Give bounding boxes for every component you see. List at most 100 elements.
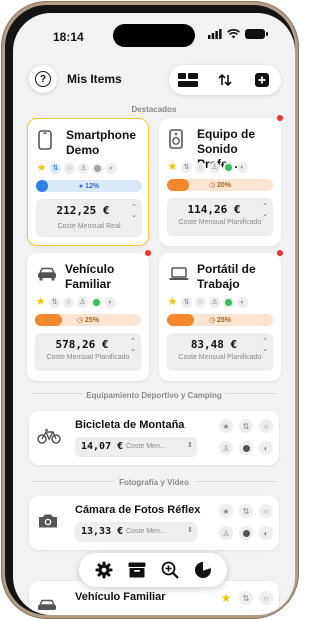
car-icon	[37, 267, 57, 286]
circle-icon[interactable]: ○	[195, 162, 206, 173]
half-circle-icon[interactable]: ◐	[259, 441, 273, 455]
sort-arrows-icon	[218, 73, 232, 87]
circle-icon[interactable]: ○	[63, 297, 74, 308]
bottom-toolbar	[79, 553, 227, 587]
phone-bezel: 18:14 ? Mis Items Destacados Smartphone …	[5, 5, 295, 615]
dynamic-island	[113, 24, 195, 47]
alert-dot	[277, 115, 283, 121]
badge-grid: ★ ⇅ ○ ♙ ◐	[219, 504, 273, 540]
half-circle-icon[interactable]: ◐	[237, 297, 248, 308]
status-dot-icon[interactable]	[239, 526, 253, 540]
cost-value: 83,48 €	[190, 338, 238, 351]
cost-box[interactable]: 212,25 € ⌃ ⌄ Coste Mensual Real	[36, 199, 142, 237]
status-dot-icon[interactable]	[223, 162, 234, 173]
badge-row: ★ ⇅ ○ ♙ ◐	[36, 163, 117, 174]
toolbar	[169, 65, 281, 95]
item-name: Smartphone Demo	[66, 128, 137, 157]
sort-arrows-icon[interactable]: ⇅	[50, 163, 61, 174]
settings-button[interactable]	[93, 559, 115, 581]
circle-icon[interactable]: ○	[64, 163, 75, 174]
item-name: Vehículo Familiar	[75, 591, 166, 603]
cost-label: Coste Men...	[126, 443, 166, 450]
cost-label: Coste Mensual Planificado	[178, 354, 262, 361]
question-icon: ?	[35, 71, 51, 87]
circle-icon[interactable]: ○	[195, 297, 206, 308]
cost-value: 578,26 €	[55, 338, 109, 351]
status-dot-icon[interactable]	[239, 441, 253, 455]
cost-label: Coste Mensual Planificado	[178, 219, 262, 226]
star-icon[interactable]: ★	[167, 297, 178, 308]
people-icon[interactable]: ♙	[77, 297, 88, 308]
cost-box[interactable]: 13,33 € Coste Men... ⇕	[75, 522, 197, 542]
sort-arrows-icon[interactable]: ⇅	[181, 162, 192, 173]
chevron-updown-icon: ⇕	[187, 527, 193, 534]
people-icon[interactable]: ♙	[209, 297, 220, 308]
half-circle-icon[interactable]: ◐	[105, 297, 116, 308]
badge-grid: ★ ⇅ ○	[219, 591, 273, 605]
sort-button[interactable]	[213, 70, 237, 90]
plus-square-icon	[255, 73, 270, 87]
wifi-icon	[227, 29, 240, 39]
sort-arrows-icon[interactable]: ⇅	[239, 419, 253, 433]
half-circle-icon[interactable]: ◐	[106, 163, 117, 174]
cost-box[interactable]: 83,48 € ⌃ ⌄ Coste Mensual Planificado	[167, 333, 273, 371]
bicycle-icon	[37, 428, 61, 449]
circle-icon[interactable]: ○	[259, 591, 273, 605]
cost-box[interactable]: 14,07 € Coste Men... ⇕	[75, 437, 197, 457]
stats-button[interactable]	[192, 559, 214, 581]
cost-box[interactable]: 578,26 € ⌃ ⌄ Coste Mensual Planificado	[35, 333, 141, 371]
section-label-photo: Fotografía y Vídeo	[113, 478, 195, 487]
sort-arrows-icon[interactable]: ⇅	[239, 504, 253, 518]
people-icon[interactable]: ♙	[209, 162, 220, 173]
badge-row: ★ ⇅ ○ ♙ ◐	[167, 297, 248, 308]
featured-card-laptop[interactable]: Portátil de Trabajo ★ ⇅ ○ ♙ ◐ ◷ 25% 83,4…	[159, 250, 283, 381]
alert-dot	[277, 250, 283, 256]
status-dot-icon[interactable]	[91, 297, 102, 308]
star-icon[interactable]: ★	[36, 163, 47, 174]
add-item-button[interactable]	[250, 70, 274, 90]
speaker-icon	[169, 129, 183, 154]
star-icon[interactable]: ★	[167, 162, 178, 173]
people-icon[interactable]: ♙	[219, 526, 233, 540]
section-label-sports: Equipamiento Deportivo y Camping	[83, 391, 225, 400]
chevron-updown-icon: ⌃ ⌄	[262, 203, 268, 218]
zoom-button[interactable]	[159, 559, 181, 581]
status-dot-icon[interactable]	[92, 163, 103, 174]
star-outline-icon[interactable]: ★	[219, 419, 233, 433]
cost-value: 14,07 €	[81, 441, 124, 452]
laptop-icon	[169, 267, 189, 286]
help-button[interactable]: ?	[29, 65, 57, 93]
half-circle-icon[interactable]: ◐	[259, 526, 273, 540]
signal-icon	[208, 29, 222, 39]
list-item-camera[interactable]: Cámara de Fotos Réflex 13,33 € Coste Men…	[29, 496, 279, 550]
featured-card-smartphone[interactable]: Smartphone Demo ★ ⇅ ○ ♙ ◐ ● 12% 212,25 €…	[27, 118, 149, 246]
cost-value: 114,26 €	[187, 203, 241, 216]
people-icon[interactable]: ♙	[78, 163, 89, 174]
people-icon[interactable]: ♙	[219, 441, 233, 455]
top-header: ? Mis Items	[13, 59, 295, 99]
sort-arrows-icon[interactable]: ⇅	[49, 297, 60, 308]
status-time: 18:14	[53, 30, 84, 44]
star-outline-icon[interactable]: ★	[219, 504, 233, 518]
layout-toggle-button[interactable]	[176, 70, 200, 90]
progress-text: ◷ 25%	[208, 317, 232, 324]
featured-card-vehicle[interactable]: Vehículo Familiar ★ ⇅ ○ ♙ ◐ ◷ 25% 578,26…	[27, 250, 151, 381]
half-circle-icon[interactable]: ◐	[237, 162, 248, 173]
circle-icon[interactable]: ○	[259, 504, 273, 518]
cost-value: 13,33 €	[81, 526, 124, 537]
archive-button[interactable]	[126, 559, 148, 581]
list-item-bicycle[interactable]: Bicicleta de Montaña 14,07 € Coste Men..…	[29, 411, 279, 465]
item-name: Cámara de Fotos Réflex	[75, 504, 201, 516]
cost-box[interactable]: 114,26 € ⌃ ⌄ Coste Mensual Planificado	[167, 198, 273, 236]
sort-arrows-icon[interactable]: ⇅	[239, 591, 253, 605]
chevron-updown-icon: ⌃ ⌄	[262, 338, 268, 353]
cost-value: 212,25 €	[56, 204, 110, 217]
circle-icon[interactable]: ○	[259, 419, 273, 433]
star-icon[interactable]: ★	[219, 591, 233, 605]
chevron-updown-icon: ⌃ ⌄	[131, 204, 137, 219]
sort-arrows-icon[interactable]: ⇅	[181, 297, 192, 308]
star-icon[interactable]: ★	[35, 297, 46, 308]
progress-bar: ● 12%	[36, 180, 142, 192]
featured-card-sound[interactable]: Equipo de Sonido Profe... ★ ⇅ ○ ♙ ◐ ◷ 20…	[159, 115, 283, 246]
status-dot-icon[interactable]	[223, 297, 234, 308]
